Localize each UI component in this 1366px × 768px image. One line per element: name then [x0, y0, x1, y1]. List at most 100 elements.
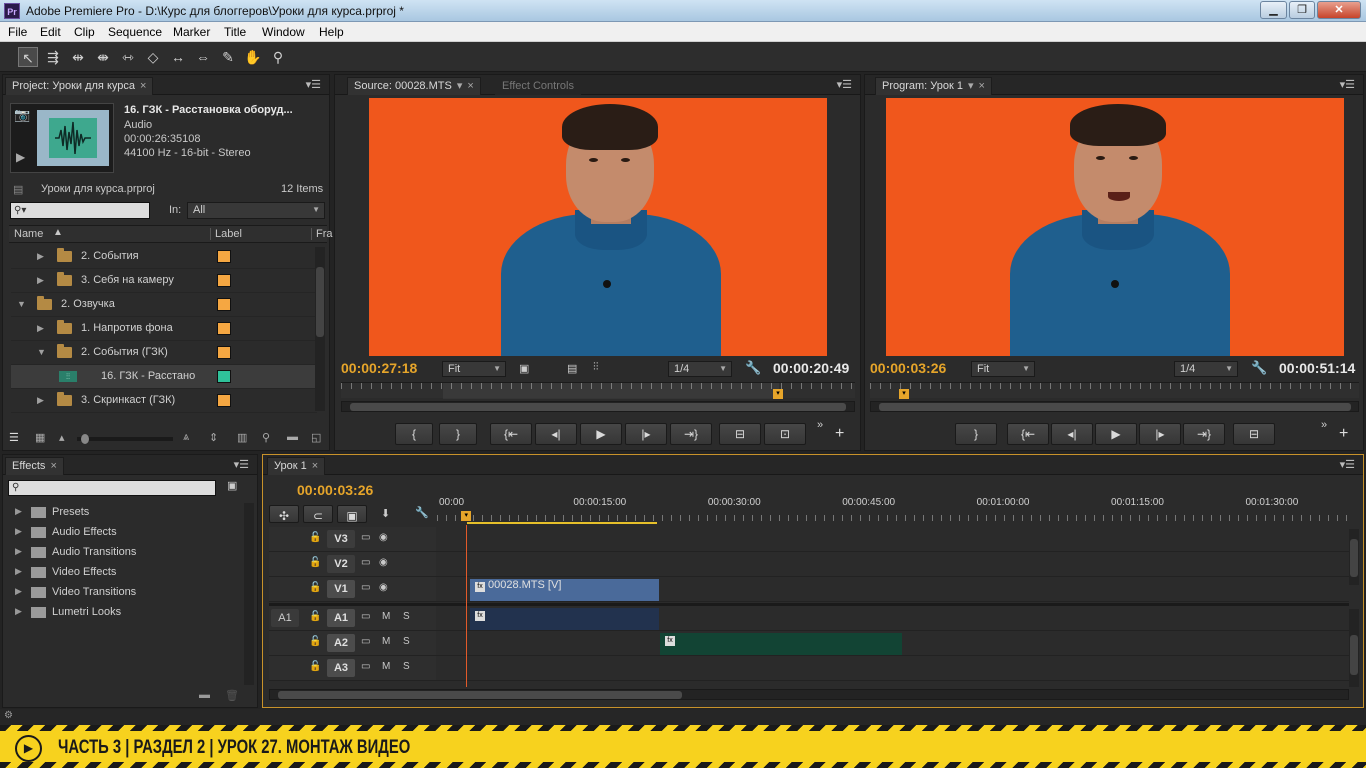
- sort-icons-icon[interactable]: ⇕: [209, 431, 218, 444]
- close-icon[interactable]: ×: [50, 460, 56, 472]
- play-icon[interactable]: ▶: [16, 150, 25, 164]
- timeline-settings-icon[interactable]: 🔧: [415, 506, 429, 519]
- play-button[interactable]: ▶: [1095, 423, 1137, 445]
- program-zoom-scrollbar[interactable]: [870, 401, 1359, 412]
- insert-button[interactable]: ⊟: [719, 423, 761, 445]
- expand-triangle-icon[interactable]: ▶: [15, 606, 22, 617]
- panel-menu-icon[interactable]: ▾☰: [234, 458, 249, 471]
- track-name-v2[interactable]: V2: [327, 555, 355, 573]
- expand-triangle-icon[interactable]: ▶: [15, 526, 22, 537]
- lock-icon[interactable]: 🔓: [309, 557, 321, 568]
- menu-title[interactable]: Title: [224, 25, 246, 39]
- project-list-item[interactable]: ▼ 2. События (ГЗК): [11, 341, 317, 365]
- play-button[interactable]: ▶: [580, 423, 622, 445]
- collapse-triangle-icon[interactable]: ▼: [17, 299, 26, 309]
- source-patch-a1[interactable]: A1: [271, 609, 299, 627]
- ripple-edit-tool-icon[interactable]: ⇹: [68, 47, 88, 67]
- mute-button[interactable]: M: [382, 611, 390, 622]
- track-name-v3[interactable]: V3: [327, 530, 355, 548]
- column-frame[interactable]: Fra: [311, 228, 333, 240]
- sync-lock-icon[interactable]: ▭: [361, 661, 370, 672]
- label-color-swatch[interactable]: [217, 346, 231, 359]
- new-bin-icon[interactable]: ▬: [199, 689, 210, 701]
- tab-program[interactable]: Program: Урок 1 ▾ ×: [875, 77, 992, 95]
- menu-edit[interactable]: Edit: [40, 25, 61, 39]
- effects-folder-item[interactable]: ▶ Audio Effects: [13, 523, 243, 543]
- label-color-swatch[interactable]: [217, 274, 231, 287]
- mark-out-button[interactable]: }: [955, 423, 997, 445]
- effects-folder-item[interactable]: ▶ Presets: [13, 503, 243, 523]
- menu-sequence[interactable]: Sequence: [108, 25, 162, 39]
- mark-in-button[interactable]: {: [395, 423, 433, 445]
- expand-triangle-icon[interactable]: ▶: [15, 586, 22, 597]
- eye-icon[interactable]: ◉: [379, 532, 388, 543]
- effects-search-input[interactable]: ⚲: [8, 480, 216, 496]
- label-color-swatch[interactable]: [217, 394, 231, 407]
- lift-button[interactable]: ⊟: [1233, 423, 1275, 445]
- razor-tool-icon[interactable]: ◇: [143, 47, 163, 67]
- program-playhead-icon[interactable]: ▾: [899, 389, 909, 399]
- close-icon[interactable]: ×: [140, 80, 146, 92]
- maximize-button[interactable]: ❐: [1289, 1, 1315, 19]
- menu-clip[interactable]: Clip: [74, 25, 95, 39]
- track-select-tool-icon[interactable]: ⇶: [43, 47, 63, 67]
- wrench-icon[interactable]: 🔧: [745, 360, 761, 376]
- label-color-swatch[interactable]: [217, 370, 231, 383]
- more-controls-icon[interactable]: »: [1321, 419, 1327, 431]
- menu-marker[interactable]: Marker: [173, 25, 210, 39]
- find-icon[interactable]: ⚲: [262, 431, 270, 444]
- new-item-icon[interactable]: ◱: [311, 431, 321, 444]
- new-bin-icon[interactable]: ▬: [287, 431, 298, 443]
- rate-stretch-tool-icon[interactable]: ⇿: [118, 47, 138, 67]
- expand-triangle-icon[interactable]: ▶: [15, 506, 22, 517]
- zoom-tool-icon[interactable]: ⚲: [268, 47, 288, 67]
- timeline-playhead-icon[interactable]: ▾: [461, 511, 472, 521]
- step-back-button[interactable]: ◂|: [1051, 423, 1093, 445]
- eye-icon[interactable]: ◉: [379, 557, 388, 568]
- menu-file[interactable]: File: [8, 25, 27, 39]
- tab-source[interactable]: Source: 00028.MTS ▾ ×: [347, 77, 481, 95]
- audio-clip-a2[interactable]: fx: [660, 633, 902, 655]
- track-name-a1[interactable]: A1: [327, 609, 355, 627]
- sync-lock-icon[interactable]: ▭: [361, 532, 370, 543]
- audio-clip-a1[interactable]: fx: [470, 608, 659, 630]
- solo-button[interactable]: S: [403, 661, 410, 672]
- drag-video-only-icon[interactable]: ▤: [567, 362, 577, 375]
- step-forward-button[interactable]: |▸: [625, 423, 667, 445]
- automate-to-sequence-icon[interactable]: ▥: [237, 431, 247, 444]
- program-playhead-timecode[interactable]: 00:00:03:26: [870, 360, 946, 376]
- step-back-button[interactable]: ◂|: [535, 423, 577, 445]
- expand-triangle-icon[interactable]: ▶: [37, 395, 44, 406]
- tab-effect-controls[interactable]: Effect Controls: [495, 77, 581, 95]
- track-name-a2[interactable]: A2: [327, 634, 355, 652]
- project-list-item[interactable]: ▶ 3. Себя на камеру: [11, 269, 317, 293]
- work-area-bar[interactable]: [467, 522, 657, 524]
- panel-menu-icon[interactable]: ▾☰: [837, 78, 852, 91]
- mute-button[interactable]: M: [382, 636, 390, 647]
- effects-scrollbar[interactable]: [244, 503, 254, 685]
- program-quality-dropdown[interactable]: 1/4: [1174, 361, 1238, 377]
- column-name[interactable]: Name: [14, 228, 43, 240]
- drag-audio-only-icon[interactable]: ⫶⫶: [593, 361, 599, 374]
- rolling-edit-tool-icon[interactable]: ⇼: [93, 47, 113, 67]
- eye-icon[interactable]: ◉: [379, 582, 388, 593]
- video-tracks-scrollbar[interactable]: [1349, 529, 1359, 585]
- close-icon[interactable]: ×: [467, 80, 473, 92]
- close-icon[interactable]: ×: [979, 80, 985, 92]
- lock-icon[interactable]: 🔓: [309, 532, 321, 543]
- video-clip[interactable]: fx 00028.MTS [V]: [470, 579, 659, 601]
- slide-tool-icon[interactable]: ⇔: [193, 47, 213, 67]
- timeline-horizontal-scrollbar[interactable]: [269, 689, 1349, 700]
- menu-window[interactable]: Window: [262, 25, 305, 39]
- lock-icon[interactable]: 🔓: [309, 661, 321, 672]
- mute-button[interactable]: M: [382, 661, 390, 672]
- button-editor-icon[interactable]: +: [1339, 425, 1348, 443]
- label-color-swatch[interactable]: [217, 322, 231, 335]
- audio-tracks-scrollbar[interactable]: [1349, 609, 1359, 687]
- project-list-item[interactable]: ▶ 3. Скринкаст (ГЗК): [11, 389, 317, 413]
- track-name-v1[interactable]: V1: [327, 580, 355, 598]
- sync-lock-icon[interactable]: ▭: [361, 636, 370, 647]
- effects-folder-item[interactable]: ▶ Audio Transitions: [13, 543, 243, 563]
- tab-project[interactable]: Project: Уроки для курса ×: [5, 77, 154, 95]
- zoom-in-icon[interactable]: ⩓: [183, 431, 189, 444]
